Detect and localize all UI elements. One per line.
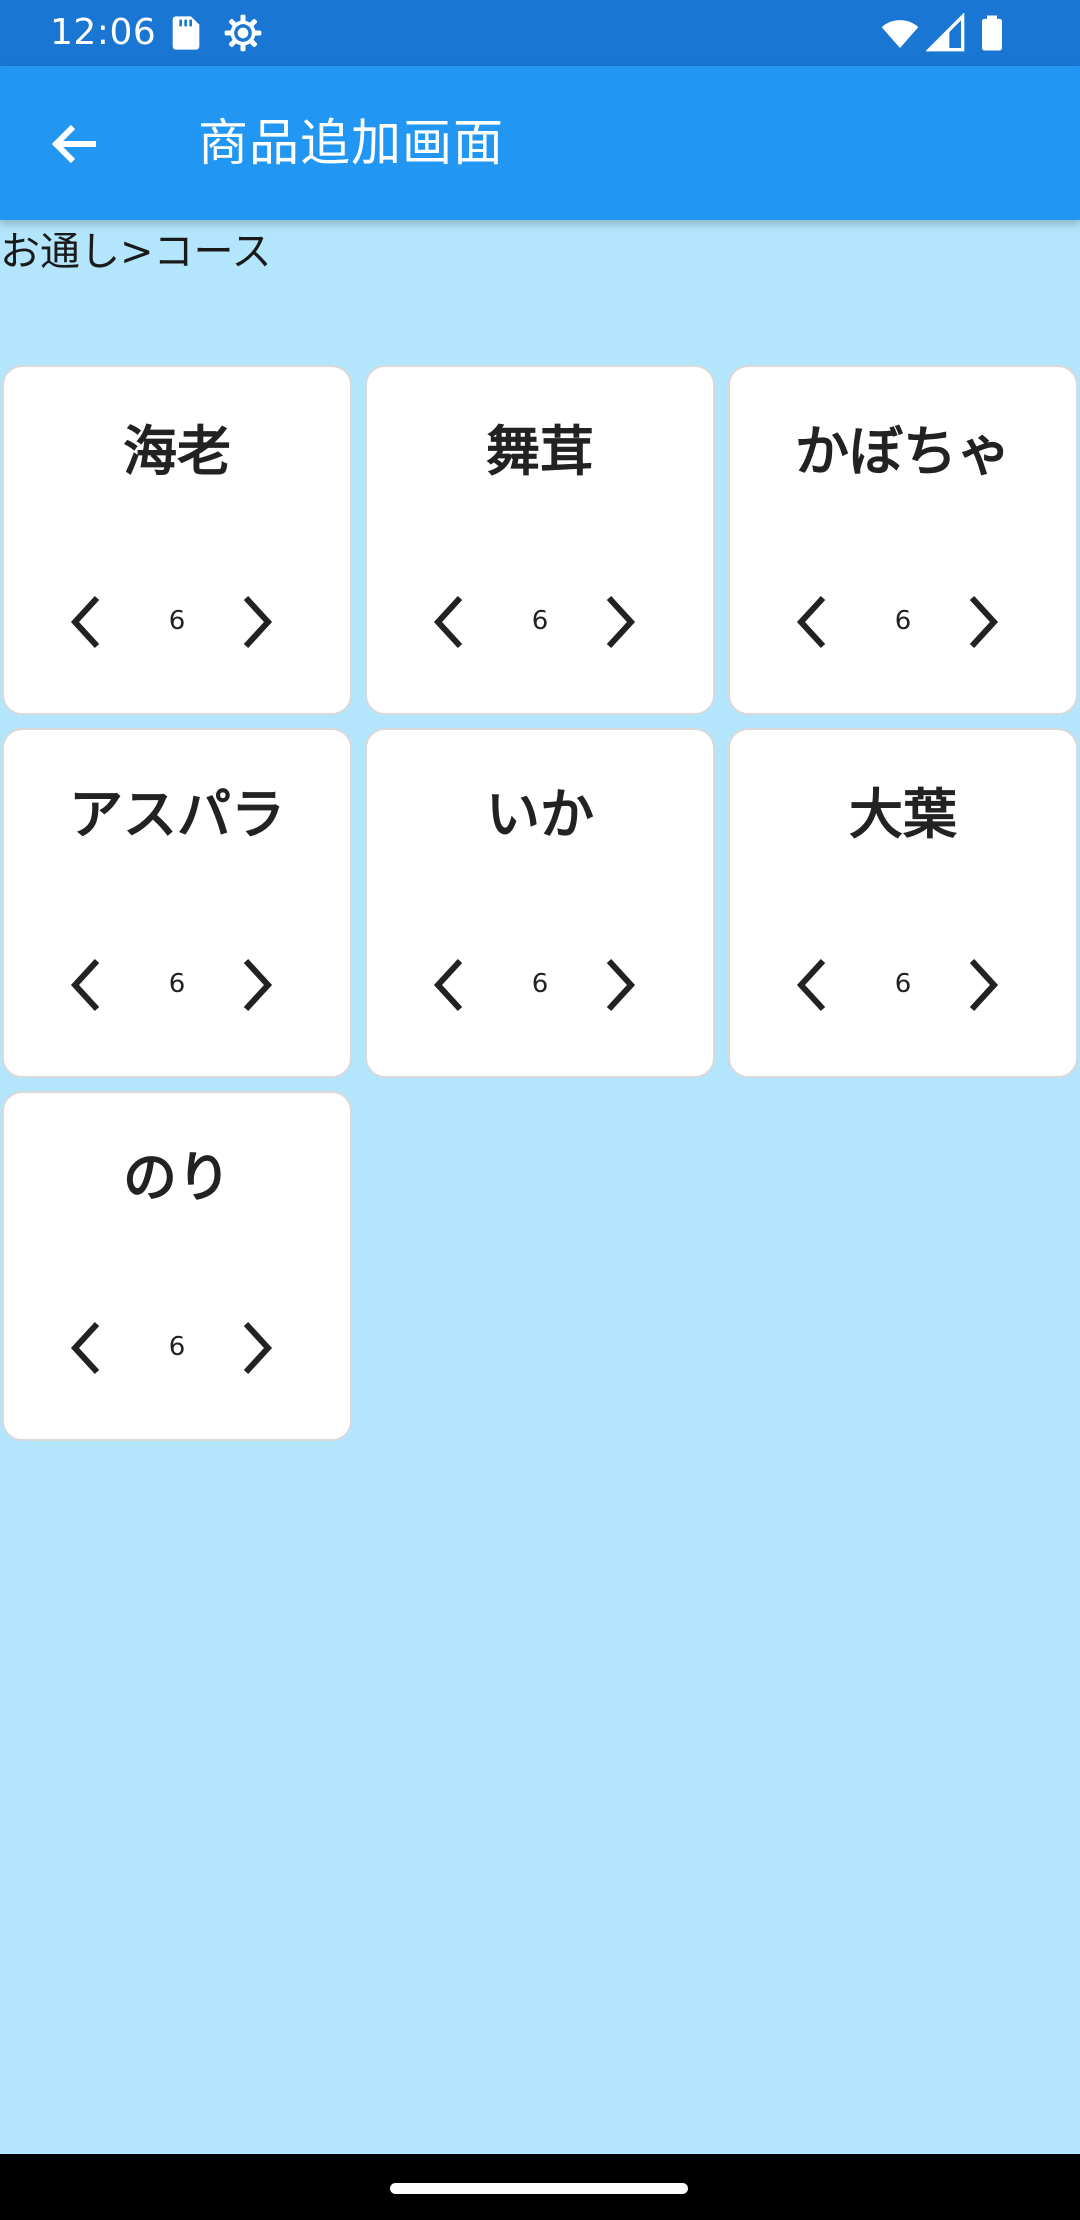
item-card: 大葉 6 [728, 728, 1078, 1078]
item-name: いか [486, 783, 594, 846]
chevron-left-icon[interactable] [59, 1318, 119, 1378]
quantity-stepper: 6 [730, 940, 1076, 1030]
item-name: 舞茸 [486, 420, 594, 483]
status-time: 12:06 [50, 12, 157, 53]
item-card: 舞茸 6 [365, 365, 715, 715]
quantity-stepper: 6 [367, 940, 713, 1030]
quantity-stepper: 6 [730, 577, 1076, 667]
chevron-right-icon[interactable] [224, 1318, 284, 1378]
home-gesture-handle[interactable] [390, 2183, 688, 2194]
chevron-left-icon[interactable] [785, 955, 845, 1015]
status-bar: 12:06 [0, 0, 1080, 66]
item-grid: 海老 6 舞茸 6 かぼちゃ 6 アスパラ 6 いか 6 大葉 6 のり 6 [0, 363, 1080, 1443]
quantity-stepper: 6 [367, 577, 713, 667]
cell-signal-icon [926, 13, 965, 52]
quantity-stepper: 6 [4, 577, 350, 667]
item-card: アスパラ 6 [2, 728, 352, 1078]
breadcrumb: お通し>コース [0, 229, 272, 275]
battery-icon [982, 15, 1002, 51]
app-bar: 商品追加画面 [0, 66, 1080, 220]
chevron-left-icon[interactable] [59, 592, 119, 652]
item-name: かぼちゃ [795, 420, 1011, 483]
wifi-icon [881, 20, 919, 48]
chevron-left-icon[interactable] [785, 592, 845, 652]
chevron-right-icon[interactable] [587, 592, 647, 652]
quantity-value: 6 [531, 969, 549, 999]
chevron-left-icon[interactable] [59, 955, 119, 1015]
chevron-left-icon[interactable] [422, 592, 482, 652]
item-name: 大葉 [849, 783, 957, 846]
quantity-stepper: 6 [4, 940, 350, 1030]
chevron-right-icon[interactable] [224, 955, 284, 1015]
settings-gear-icon [224, 14, 262, 52]
item-name: アスパラ [69, 783, 285, 846]
quantity-stepper: 6 [4, 1303, 350, 1393]
quantity-value: 6 [168, 606, 186, 636]
chevron-right-icon[interactable] [950, 592, 1010, 652]
system-nav-bar [0, 2154, 1080, 2220]
item-card: かぼちゃ 6 [728, 365, 1078, 715]
item-card: いか 6 [365, 728, 715, 1078]
item-card: のり 6 [2, 1091, 352, 1441]
chevron-right-icon[interactable] [224, 592, 284, 652]
page-title: 商品追加画面 [198, 114, 504, 172]
item-card: 海老 6 [2, 365, 352, 715]
item-name: のり [123, 1146, 231, 1209]
quantity-value: 6 [531, 606, 549, 636]
chevron-right-icon[interactable] [950, 955, 1010, 1015]
chevron-right-icon[interactable] [587, 955, 647, 1015]
sd-card-icon [172, 16, 200, 50]
quantity-value: 6 [168, 1332, 186, 1362]
item-name: 海老 [123, 420, 231, 483]
quantity-value: 6 [168, 969, 186, 999]
quantity-value: 6 [894, 606, 912, 636]
chevron-left-icon[interactable] [422, 955, 482, 1015]
arrow-back-icon[interactable] [36, 109, 116, 179]
quantity-value: 6 [894, 969, 912, 999]
